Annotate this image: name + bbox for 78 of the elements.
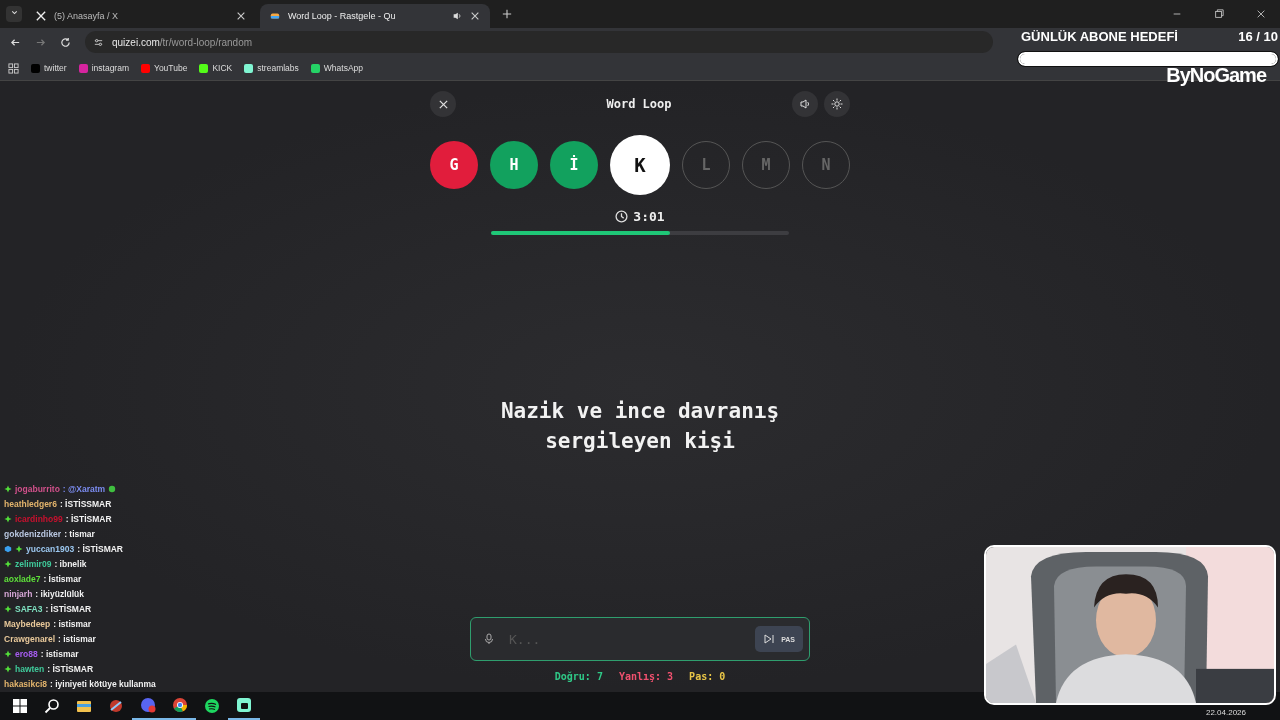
microphone-icon[interactable] — [483, 633, 495, 645]
chat-username: yuccan1903 — [26, 544, 75, 554]
skip-icon — [763, 633, 776, 645]
chat-username: ninjarh — [4, 589, 33, 599]
goal-title: GÜNLÜK ABONE HEDEFİ — [1021, 29, 1178, 44]
bookmark[interactable]: YouTube — [141, 63, 188, 73]
plus-badge-icon — [4, 485, 12, 493]
chat-username: ero88 — [15, 649, 38, 659]
x-icon — [36, 11, 46, 21]
chat-message: : İSTİSMAR — [45, 604, 92, 614]
sound-button[interactable] — [792, 91, 818, 117]
close-icon[interactable] — [1256, 9, 1266, 19]
bookmark[interactable]: twitter — [31, 63, 67, 73]
emote-icon — [108, 485, 117, 493]
chat-message: : ikiyüzlülük — [35, 589, 84, 599]
clock-icon — [615, 210, 629, 223]
chat-username: zelimir09 — [15, 559, 52, 569]
chat-message: : İSTİSMAR — [77, 544, 123, 554]
chat-username: gokdenizdiker — [4, 529, 62, 539]
brand-logo: ByNoGame — [1165, 64, 1268, 87]
restore-icon[interactable] — [1214, 9, 1224, 19]
letter-circle: K — [610, 135, 670, 195]
chat-message: : tismar — [64, 529, 95, 539]
chat-username: jogaburrito — [15, 484, 60, 494]
bookmark[interactable]: KICK — [199, 63, 233, 73]
apps-grid-icon[interactable] — [8, 62, 19, 74]
chat-message: : İstismar — [43, 574, 82, 584]
letter-circle: G — [430, 141, 478, 189]
chat-username: hakasikci8 — [4, 679, 47, 689]
new-tab-icon[interactable] — [502, 9, 512, 19]
plus-badge-icon — [4, 605, 12, 613]
close-button[interactable] — [430, 91, 456, 117]
chat-message: : istismar — [53, 619, 92, 629]
reload-icon[interactable] — [60, 36, 71, 48]
chat-username: heathledger6 — [4, 499, 57, 509]
tab-list-button[interactable] — [6, 6, 22, 22]
chat-username: Maybedeep — [4, 619, 51, 629]
site-settings-icon[interactable] — [93, 36, 104, 48]
close-icon[interactable] — [236, 11, 246, 21]
chat-message: : İSTİSMAR — [65, 514, 112, 524]
score-stat: Doğru: 7 — [554, 671, 603, 682]
bookmark[interactable]: streamlabs — [244, 63, 299, 73]
chat-message: : İSTİSMAR — [47, 664, 94, 674]
close-icon[interactable] — [470, 11, 480, 21]
chat-message: : istismar — [58, 634, 96, 644]
timer-text: 3:01 — [633, 209, 665, 224]
chat-message: : istismar — [40, 649, 79, 659]
chat-username: icardinho99 — [15, 514, 63, 524]
chat-username: aoxlade7 — [4, 574, 41, 584]
taskbar-date: 22.04.2026 — [1205, 708, 1246, 717]
game-title: Word Loop — [606, 97, 672, 111]
browser-tab[interactable]: (5) Anasayfa / X — [26, 4, 256, 28]
chat-username: Crawgenarel — [4, 634, 56, 644]
chat-message: : İSTİSSMAR — [59, 499, 112, 509]
theme-button[interactable] — [824, 91, 850, 117]
chat-message: : ibnelik — [54, 559, 87, 569]
bookmark[interactable]: instagram — [78, 63, 129, 73]
speaker-icon[interactable] — [452, 11, 462, 21]
address-bar[interactable]: quizei.com/tr/word-loop/random — [85, 31, 993, 53]
letter-circle: H — [490, 141, 538, 189]
score-stat: Pas: 0 — [689, 671, 726, 682]
browser-tab[interactable]: Word Loop - Rastgele - Qu — [260, 4, 490, 28]
score-stat: Yanlış: 3 — [618, 671, 674, 682]
bookmark[interactable]: WhatsApp — [310, 63, 364, 73]
close-icon — [437, 98, 449, 110]
plus-badge-icon — [4, 515, 12, 523]
chat-username: SAFA3 — [15, 604, 43, 614]
sun-icon — [831, 98, 843, 110]
chat-username: hawten — [15, 664, 45, 674]
chevron-down-icon — [9, 8, 19, 17]
letter-circle: İ — [550, 141, 598, 189]
goal-count: 16 / 10 — [1238, 29, 1278, 44]
cube-badge-icon — [4, 545, 12, 553]
chat-message: : iyiniyeti kötüye kullanma — [50, 679, 156, 689]
chat-message: : @Xaratm — [62, 484, 106, 494]
speaker-icon — [799, 98, 811, 110]
quiz-icon — [270, 11, 280, 21]
clue-text: Nazik ve ince davranış sergileyen kişi — [499, 398, 781, 455]
